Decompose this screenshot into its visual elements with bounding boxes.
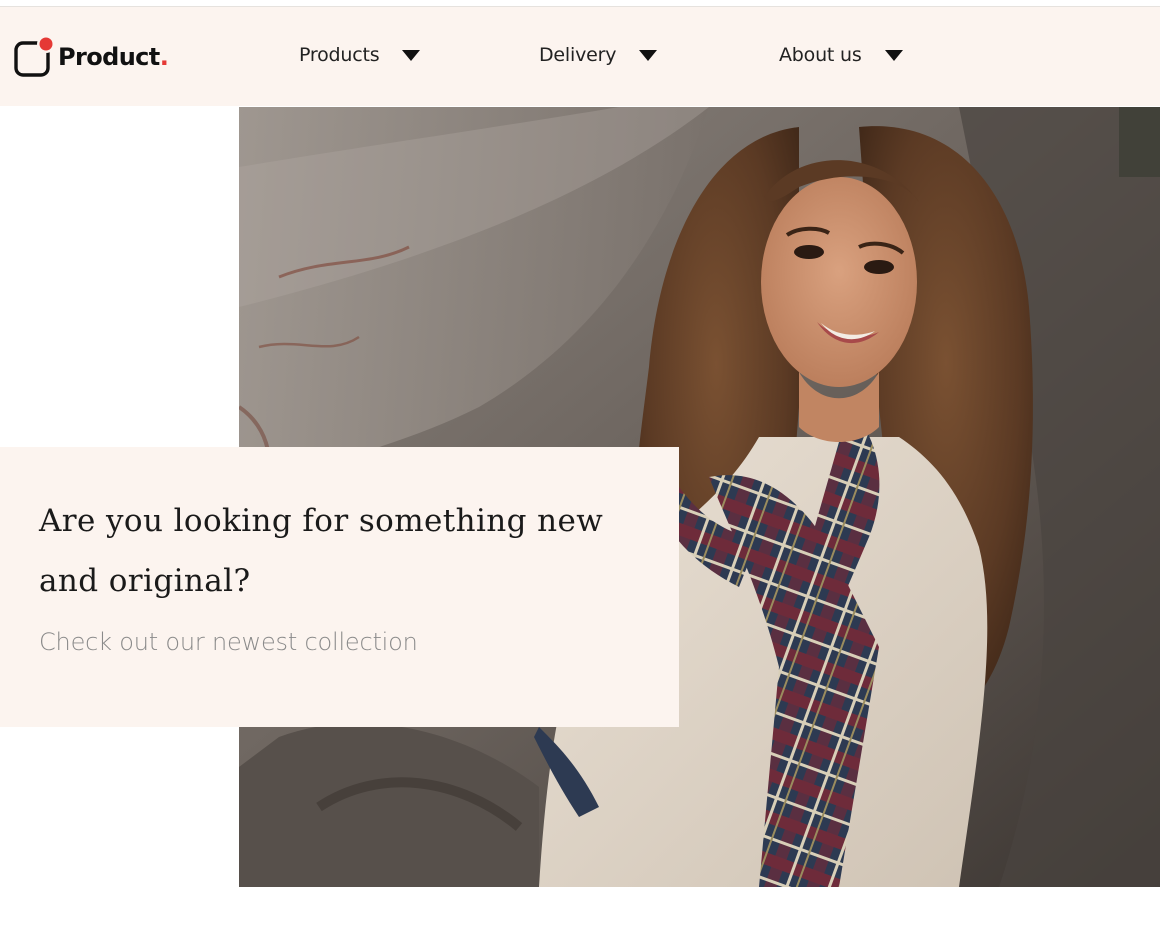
brand-logo[interactable]: Product. bbox=[14, 35, 169, 79]
nav-delivery-label: Delivery bbox=[539, 44, 617, 66]
site-header: Product. Products Delivery About us bbox=[0, 7, 1160, 106]
logo-icon bbox=[14, 35, 55, 79]
nav-delivery[interactable]: Delivery bbox=[539, 40, 658, 70]
nav-products-label: Products bbox=[299, 44, 380, 66]
brand-name: Product. bbox=[58, 35, 169, 79]
caret-down-icon bbox=[884, 50, 903, 61]
promo-subtext-link[interactable]: Check out our newest collection bbox=[39, 628, 418, 656]
caret-down-icon bbox=[639, 50, 658, 61]
nav-about-us[interactable]: About us bbox=[779, 40, 904, 70]
promo-headline: Are you looking for something new and or… bbox=[39, 503, 604, 599]
promo-card: Are you looking for something new and or… bbox=[0, 447, 679, 727]
nav-products[interactable]: Products bbox=[299, 40, 421, 70]
brand-name-text: Product bbox=[58, 43, 160, 71]
brand-dot: . bbox=[159, 43, 169, 71]
nav-about-us-label: About us bbox=[779, 44, 862, 66]
caret-down-icon bbox=[402, 50, 421, 61]
